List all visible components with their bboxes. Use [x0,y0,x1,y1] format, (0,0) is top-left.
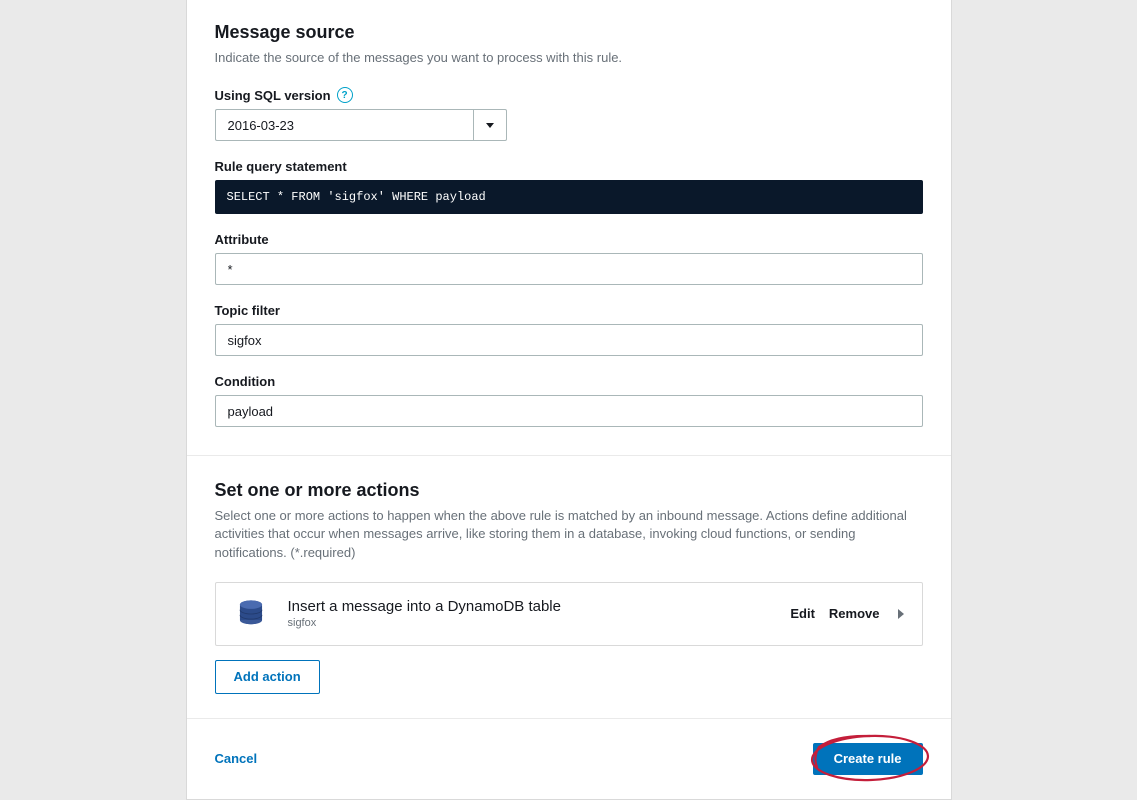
topic-filter-group: Topic filter [215,303,923,356]
action-card: Insert a message into a DynamoDB table s… [215,582,923,646]
create-wrap: Create rule [813,743,923,775]
actions-description: Select one or more actions to happen whe… [215,507,923,562]
edit-action-link[interactable]: Edit [790,606,815,621]
chevron-right-icon[interactable] [898,609,904,619]
main-panel: Message source Indicate the source of th… [186,0,952,800]
condition-label: Condition [215,374,923,389]
action-text: Insert a message into a DynamoDB table s… [288,598,791,629]
sql-version-label-text: Using SQL version [215,88,331,103]
action-controls: Edit Remove [790,606,903,621]
section-message-source: Message source Indicate the source of th… [187,0,951,455]
attribute-label: Attribute [215,232,923,247]
sql-version-value: 2016-03-23 [215,109,473,141]
query-statement-group: Rule query statement SELECT * FROM 'sigf… [215,159,923,214]
cancel-button[interactable]: Cancel [215,751,258,766]
attribute-group: Attribute [215,232,923,285]
query-statement-code: SELECT * FROM 'sigfox' WHERE payload [215,180,923,214]
section-actions: Set one or more actions Select one or mo… [187,455,951,718]
action-item-title: Insert a message into a DynamoDB table [288,598,791,615]
page-wrapper: Message source Indicate the source of th… [0,0,1137,800]
topic-filter-input[interactable] [215,324,923,356]
message-source-title: Message source [215,22,923,43]
sql-version-caret[interactable] [473,109,507,141]
sql-version-label: Using SQL version ? [215,87,923,103]
actions-title: Set one or more actions [215,480,923,501]
info-icon[interactable]: ? [337,87,353,103]
dynamodb-icon [234,597,268,631]
attribute-input[interactable] [215,253,923,285]
add-action-button[interactable]: Add action [215,660,320,694]
section-footer: Cancel Create rule [187,718,951,799]
condition-group: Condition [215,374,923,427]
message-source-description: Indicate the source of the messages you … [215,49,923,67]
action-item-subtitle: sigfox [288,617,791,629]
sql-version-group: Using SQL version ? 2016-03-23 [215,87,923,141]
footer-row: Cancel Create rule [215,743,923,775]
chevron-down-icon [486,123,494,128]
create-rule-button[interactable]: Create rule [813,743,923,775]
condition-input[interactable] [215,395,923,427]
topic-filter-label: Topic filter [215,303,923,318]
query-statement-label: Rule query statement [215,159,923,174]
sql-version-select[interactable]: 2016-03-23 [215,109,507,141]
remove-action-link[interactable]: Remove [829,606,880,621]
